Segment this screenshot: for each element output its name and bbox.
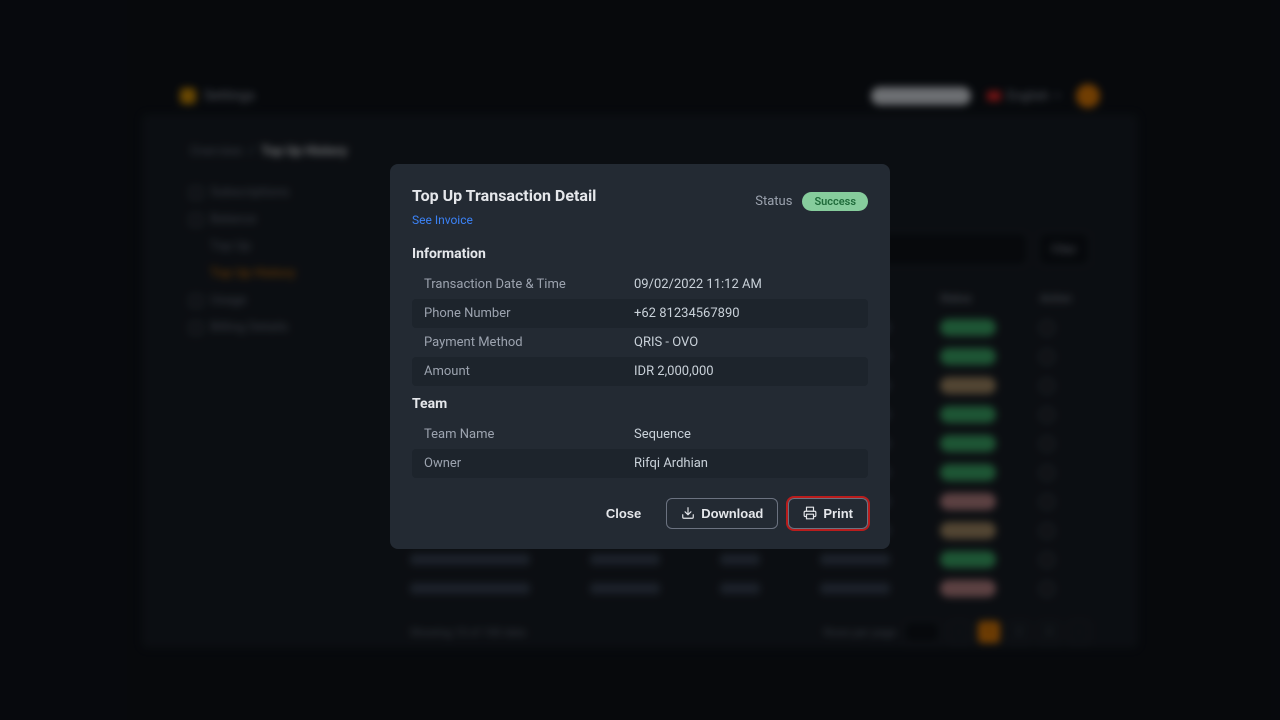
info-value: 09/02/2022 11:12 AM [634, 277, 762, 292]
info-value: QRIS - OVO [634, 335, 698, 350]
status-badge: Success [802, 192, 868, 211]
transaction-detail-modal: Top Up Transaction Detail See Invoice St… [390, 164, 890, 549]
download-button[interactable]: Download [666, 498, 778, 529]
info-key: Transaction Date & Time [424, 277, 634, 292]
print-button-label: Print [823, 506, 853, 521]
info-row-amount: Amount IDR 2,000,000 [412, 357, 868, 386]
info-key: Owner [424, 456, 634, 471]
info-value: Rifqi Ardhian [634, 456, 708, 471]
info-row-team-name: Team Name Sequence [412, 420, 868, 449]
download-button-label: Download [701, 506, 763, 521]
info-row-datetime: Transaction Date & Time 09/02/2022 11:12… [412, 270, 868, 299]
print-button[interactable]: Print [788, 498, 868, 529]
status-label: Status [755, 194, 792, 209]
info-value: +62 81234567890 [634, 306, 740, 321]
info-key: Team Name [424, 427, 634, 442]
info-row-payment: Payment Method QRIS - OVO [412, 328, 868, 357]
section-title-team: Team [412, 396, 868, 412]
info-key: Phone Number [424, 306, 634, 321]
info-row-owner: Owner Rifqi Ardhian [412, 449, 868, 478]
info-value: IDR 2,000,000 [634, 364, 714, 379]
download-icon [681, 506, 695, 520]
print-icon [803, 506, 817, 520]
modal-overlay: Top Up Transaction Detail See Invoice St… [0, 0, 1280, 720]
close-button-label: Close [606, 506, 641, 521]
info-key: Payment Method [424, 335, 634, 350]
info-row-phone: Phone Number +62 81234567890 [412, 299, 868, 328]
modal-title: Top Up Transaction Detail [412, 186, 596, 205]
info-value: Sequence [634, 427, 691, 442]
section-title-information: Information [412, 246, 868, 262]
info-key: Amount [424, 364, 634, 379]
close-button[interactable]: Close [591, 498, 656, 529]
see-invoice-link[interactable]: See Invoice [412, 213, 473, 227]
